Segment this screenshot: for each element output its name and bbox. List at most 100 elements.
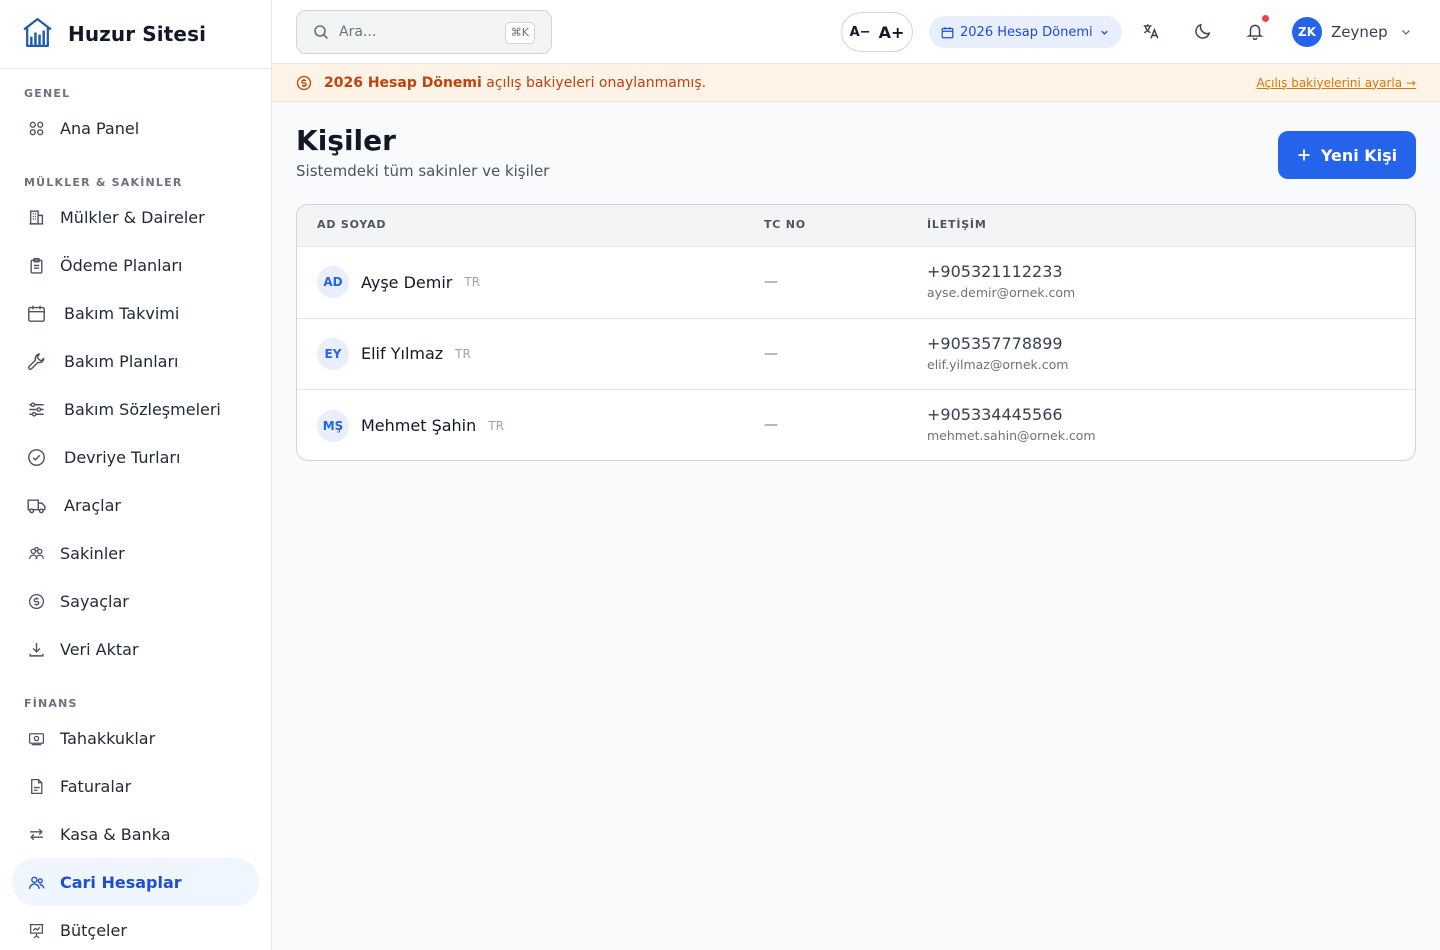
tc-cell: — [764, 345, 778, 362]
sliders-icon [26, 399, 46, 419]
invoice-icon [26, 776, 46, 796]
sidebar-item-label: Bütçeler [60, 920, 127, 940]
phone: +905321112233 [927, 262, 1063, 281]
column-header-tc[interactable]: TC NO [764, 205, 806, 245]
font-decrease-button[interactable]: A− [850, 25, 871, 40]
person-name[interactable]: Ayşe Demir [361, 273, 452, 292]
sidebar-item-label: Mülkler & Daireler [60, 207, 205, 227]
building-logo-icon [21, 16, 54, 53]
sidebar-item-cari-hesaplar[interactable]: Cari Hesaplar [12, 858, 259, 906]
alert-message: 2026 Hesap Dönemi açılış bakiyeleri onay… [324, 75, 706, 91]
sidebar-item-araclar[interactable]: Araçlar [12, 481, 259, 529]
sidebar-item-label: Bakım Takvimi [64, 303, 180, 323]
sidebar-item-label: Ana Panel [60, 118, 140, 138]
nationality-tag: TR [488, 418, 504, 433]
person-name[interactable]: Elif Yılmaz [361, 344, 443, 363]
phone: +905334445566 [927, 405, 1063, 424]
bell-icon[interactable] [1244, 15, 1269, 42]
sidebar-item-butceler[interactable]: Bütçeler [12, 906, 259, 950]
column-header-contact[interactable]: İLETİŞİM [927, 205, 987, 245]
sidebar-item-label: Cari Hesaplar [60, 872, 182, 892]
sidebar-item-tahakkuklar[interactable]: Tahakkuklar [12, 714, 259, 762]
dollar-circle-icon [296, 75, 312, 91]
contact-cell: +905334445566 mehmet.sahin@ornek.com [927, 405, 1096, 443]
presentation-icon [26, 920, 46, 940]
sidebar-item-label: Tahakkuklar [60, 728, 156, 748]
column-header-name[interactable]: AD SOYAD [317, 205, 386, 245]
initials-avatar: AD [317, 266, 349, 299]
chevron-down-icon [1093, 27, 1110, 38]
download-icon [26, 639, 46, 659]
sidebar-item-label: Araçlar [64, 495, 121, 515]
sidebar-item-label: Ödeme Planları [60, 255, 183, 275]
language-icon[interactable] [1140, 20, 1162, 42]
wrench-icon [26, 351, 46, 371]
sidebar-item-label: Faturalar [60, 776, 132, 796]
new-person-button[interactable]: Yeni Kişi [1278, 131, 1416, 179]
sidebar-item-odeme-planlari[interactable]: Ödeme Planları [12, 241, 259, 289]
user-menu[interactable]: ZK Zeynep [1292, 16, 1412, 48]
font-size-controls: A− A+ [841, 12, 913, 52]
page-subtitle: Sistemdeki tüm sakinler ve kişiler [296, 162, 550, 180]
search-shortcut: ⌘K [504, 22, 535, 44]
sidebar-item-label: Bakım Sözleşmeleri [64, 399, 221, 419]
search-input[interactable] [339, 24, 499, 40]
email: mehmet.sahin@ornek.com [927, 428, 1096, 443]
moon-icon[interactable] [1192, 20, 1214, 42]
period-label: 2026 Hesap Dönemi [960, 24, 1093, 40]
opening-balance-alert: 2026 Hesap Dönemi açılış bakiyeleri onay… [272, 64, 1440, 102]
sidebar-item-label: Sakinler [60, 543, 125, 563]
plus-icon [1297, 148, 1321, 162]
sidebar-item-bakim-sozlesmeleri[interactable]: Bakım Sözleşmeleri [12, 385, 259, 433]
truck-icon [26, 495, 46, 515]
sidebar-item-bakim-takvimi[interactable]: Bakım Takvimi [12, 289, 259, 337]
nationality-tag: TR [455, 346, 471, 361]
sidebar-item-faturalar[interactable]: Faturalar [12, 762, 259, 810]
person-name[interactable]: Mehmet Şahin [361, 416, 476, 435]
transfer-icon [26, 824, 46, 844]
table-row[interactable]: AD Ayşe Demir TR — +905321112233 ayse.de… [297, 247, 1415, 319]
contact-cell: +905321112233 ayse.demir@ornek.com [927, 262, 1075, 300]
sidebar-item-kasa-banka[interactable]: Kasa & Banka [12, 810, 259, 858]
brand[interactable]: Huzur Sitesi [0, 0, 271, 69]
set-opening-balances-link[interactable]: Açılış bakiyelerini ayarla → [1257, 76, 1416, 90]
font-increase-button[interactable]: A+ [879, 23, 905, 42]
dollar-circle-icon [26, 591, 46, 611]
clipboard-icon [26, 255, 46, 275]
table-row[interactable]: MŞ Mehmet Şahin TR — +905334445566 mehme… [297, 390, 1415, 460]
section-label-mulkler-sakinler: MÜLKLER & SAKİNLER [24, 176, 183, 189]
nationality-tag: TR [464, 275, 481, 290]
new-person-label: Yeni Kişi [1320, 145, 1398, 165]
sidebar-item-label: Devriye Turları [64, 447, 181, 467]
tc-cell: — [764, 274, 778, 290]
sidebar-item-ana-panel[interactable]: Ana Panel [12, 104, 259, 152]
sidebar-item-bakim-planlari[interactable]: Bakım Planları [12, 337, 259, 385]
sidebar-item-mulkler-daireler[interactable]: Mülkler & Daireler [12, 193, 259, 241]
phone: +905357778899 [927, 333, 1063, 353]
notification-dot [1262, 15, 1269, 22]
table-row[interactable]: EY Elif Yılmaz TR — +905357778899 elif.y… [297, 319, 1415, 390]
grid-icon [26, 118, 46, 138]
building-icon [26, 207, 46, 227]
period-selector[interactable]: 2026 Hesap Dönemi [929, 16, 1122, 48]
search-box[interactable]: ⌘K [296, 10, 552, 54]
email: elif.yilmaz@ornek.com [927, 356, 1069, 372]
user-name: Zeynep [1331, 23, 1388, 41]
name-cell: EY Elif Yılmaz TR [317, 319, 471, 390]
section-label-genel: GENEL [24, 87, 71, 100]
email: ayse.demir@ornek.com [927, 285, 1076, 300]
initials-avatar: MŞ [317, 409, 349, 442]
sidebar-item-label: Sayaçlar [60, 591, 129, 611]
sidebar-item-label: Bakım Planları [64, 351, 179, 371]
check-circle-icon [26, 447, 46, 467]
sidebar-item-sakinler[interactable]: Sakinler [12, 529, 259, 577]
alert-period: 2026 Hesap Dönemi [324, 74, 482, 91]
sidebar-item-devriye-turlari[interactable]: Devriye Turları [12, 433, 259, 481]
sidebar-item-label: Kasa & Banka [60, 824, 171, 844]
search-icon [313, 24, 329, 40]
name-cell: MŞ Mehmet Şahin TR [317, 390, 504, 460]
table-header: AD SOYAD TC NO İLETİŞİM [297, 205, 1415, 247]
sidebar-item-sayaclar[interactable]: Sayaçlar [12, 577, 259, 625]
sidebar-item-veri-aktar[interactable]: Veri Aktar [12, 625, 259, 673]
chevron-down-icon [1388, 26, 1412, 38]
